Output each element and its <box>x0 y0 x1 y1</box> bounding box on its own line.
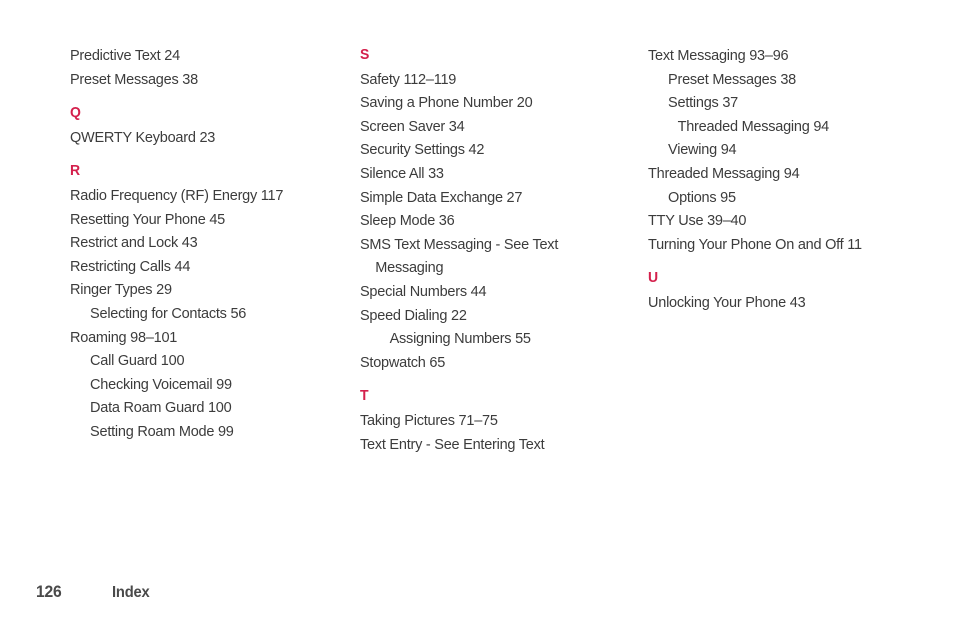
index-entry: Restricting Calls 44 <box>70 257 191 275</box>
index-subentry: Viewing 94 <box>668 141 737 159</box>
index-entry: Speed Dialing 22 <box>360 306 467 324</box>
index-column-1: Predictive Text 24 Preset Messages 38 Q … <box>70 44 360 444</box>
index-entry: QWERTY Keyboard 23 <box>70 128 216 146</box>
index-entry: Text Entry - See Entering Text <box>360 435 545 453</box>
index-entry: Roaming 98–101 <box>70 328 178 346</box>
index-page: Predictive Text 24 Preset Messages 38 Q … <box>0 0 954 636</box>
index-entry: Radio Frequency (RF) Energy 117 <box>70 186 284 204</box>
index-entry: Taking Pictures 71–75 <box>360 411 498 429</box>
letter-heading-t: T <box>360 388 369 405</box>
letter-heading-s: S <box>360 47 370 63</box>
index-entry: Threaded Messaging 94 <box>648 164 800 182</box>
letter-heading-r: R <box>70 163 81 180</box>
index-subentry: Call Guard 100 <box>90 352 185 370</box>
index-entry: Preset Messages 38 <box>70 70 198 88</box>
page-footer: 126 Index <box>36 583 151 602</box>
letter-heading-q: Q <box>70 105 81 122</box>
index-entry: Special Numbers 44 <box>360 282 487 300</box>
index-entry: Predictive Text 24 <box>70 47 180 64</box>
index-subentry: Setting Roam Mode 99 <box>90 422 234 440</box>
index-entry: Screen Saver 34 <box>360 117 465 135</box>
index-entry: Saving a Phone Number 20 <box>360 94 533 112</box>
index-subentry: Preset Messages 38 <box>668 70 796 88</box>
page-number: 126 <box>36 583 62 601</box>
index-entry: Stopwatch 65 <box>360 353 446 371</box>
index-column-3: Text Messaging 93–96 Preset Messages 38 … <box>648 44 912 315</box>
letter-heading-u: U <box>648 270 659 287</box>
index-subentry: Checking Voicemail 99 <box>90 375 232 393</box>
index-entry: Security Settings 42 <box>360 141 485 159</box>
index-subentry: Threaded Messaging 94 <box>677 117 830 135</box>
index-subentry: Selecting for Contacts 56 <box>90 304 247 322</box>
footer-section-label: Index <box>111 584 150 601</box>
index-entry: Turning Your Phone On and Off 11 <box>648 235 862 253</box>
index-entry: TTY Use 39–40 <box>648 212 747 230</box>
index-columns: Predictive Text 24 Preset Messages 38 Q … <box>70 44 912 456</box>
index-subentry: Settings 37 <box>668 94 739 112</box>
index-subentry: Options 95 <box>668 188 736 206</box>
index-entry: Unlocking Your Phone 43 <box>648 293 806 311</box>
index-column-2: S Safety 112–119 Saving a Phone Number 2… <box>360 44 648 456</box>
index-entry: Resetting Your Phone 45 <box>70 210 225 228</box>
index-subentry: Assigning Numbers 55 <box>389 330 531 348</box>
index-entry: SMS Text Messaging - See Text <box>360 235 559 253</box>
index-entry: Silence All 33 <box>360 164 444 182</box>
index-subentry: Data Roam Guard 100 <box>90 399 232 417</box>
index-entry: Simple Data Exchange 27 <box>360 188 523 206</box>
index-entry: Restrict and Lock 43 <box>70 234 198 252</box>
index-entry: Ringer Types 29 <box>70 281 172 299</box>
index-entry-continuation: Messaging <box>375 259 444 277</box>
index-entry: Sleep Mode 36 <box>360 212 455 230</box>
index-entry: Text Messaging 93–96 <box>648 47 789 64</box>
index-entry: Safety 112–119 <box>360 70 457 88</box>
